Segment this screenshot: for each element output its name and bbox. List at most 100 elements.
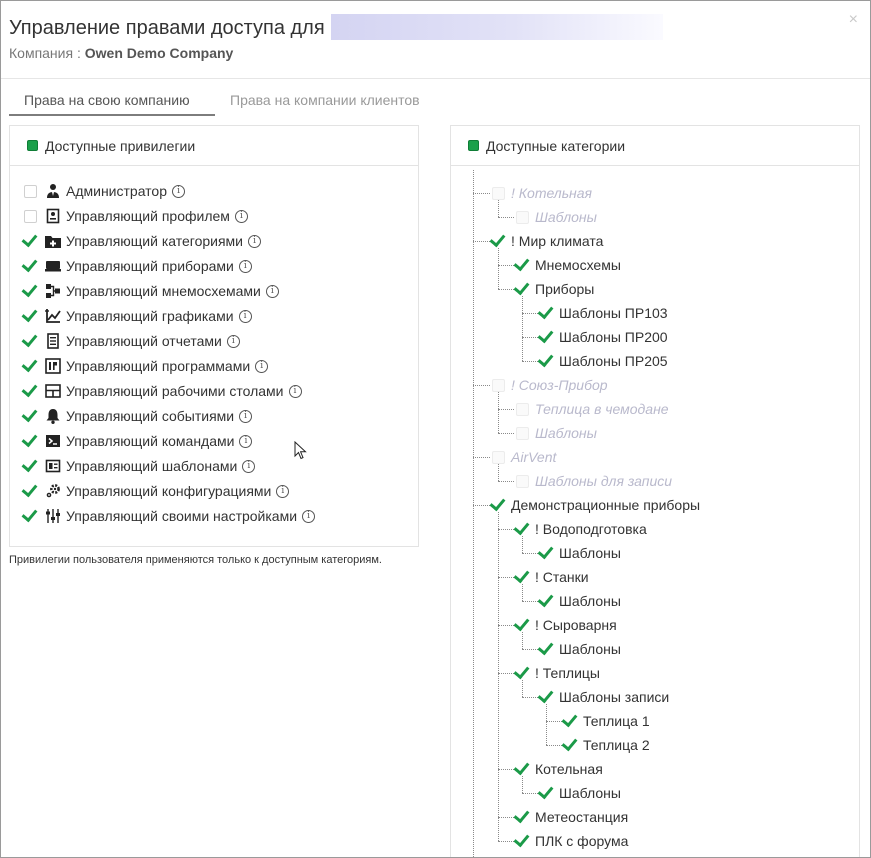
privilege-row[interactable]: Управляющий своими настройками i xyxy=(24,505,316,527)
category-tree-item[interactable]: Шаблоны xyxy=(516,206,597,228)
info-icon[interactable]: i xyxy=(172,184,186,198)
info-icon[interactable]: i xyxy=(239,434,253,448)
privilege-checkbox[interactable] xyxy=(24,260,37,273)
category-checkbox[interactable] xyxy=(492,235,505,248)
category-tree-item[interactable]: Шаблоны для записи xyxy=(516,470,672,492)
category-checkbox[interactable] xyxy=(540,787,553,800)
category-checkbox[interactable] xyxy=(540,595,553,608)
privilege-checkbox[interactable] xyxy=(24,235,37,248)
privilege-row[interactable]: Управляющий отчетами i xyxy=(24,330,240,352)
category-tree-item[interactable]: Котельная xyxy=(516,758,603,780)
category-checkbox[interactable] xyxy=(540,307,553,320)
privilege-row[interactable]: Управляющий графиками i xyxy=(24,305,252,327)
category-checkbox[interactable] xyxy=(492,450,505,464)
privilege-checkbox[interactable] xyxy=(24,485,37,498)
category-tree-item[interactable]: ! Мир климата xyxy=(492,230,603,252)
category-checkbox[interactable] xyxy=(492,499,505,512)
category-checkbox[interactable] xyxy=(516,402,529,416)
category-tree-item[interactable]: Шаблоны записи xyxy=(540,686,669,708)
info-icon[interactable]: i xyxy=(239,409,253,423)
privilege-checkbox[interactable] xyxy=(24,310,37,323)
category-tree-item[interactable]: ! Водоподготовка xyxy=(516,518,647,540)
category-checkbox[interactable] xyxy=(540,331,553,344)
category-checkbox[interactable] xyxy=(516,259,529,272)
category-checkbox[interactable] xyxy=(564,715,577,728)
privilege-row[interactable]: Управляющий шаблонами i xyxy=(24,455,256,477)
category-tree-item[interactable]: Шаблоны xyxy=(540,782,621,804)
close-icon[interactable]: × xyxy=(849,11,858,29)
privilege-checkbox[interactable] xyxy=(24,385,37,398)
info-icon[interactable]: i xyxy=(238,259,252,273)
privilege-row[interactable]: Управляющий мнемосхемами i xyxy=(24,280,279,302)
privilege-checkbox[interactable] xyxy=(24,410,37,423)
category-tree-item[interactable]: ! Союз-Прибор xyxy=(492,374,608,396)
privilege-row[interactable]: Управляющий программами i xyxy=(24,355,269,377)
category-tree-item[interactable]: Шаблоны ПР200 xyxy=(540,326,668,348)
category-tree-item[interactable]: AirVent xyxy=(492,446,556,468)
category-tree-item[interactable]: ! Теплицы xyxy=(516,662,600,684)
info-icon[interactable]: i xyxy=(226,334,240,348)
category-tree-item[interactable]: Шаблоны xyxy=(540,542,621,564)
category-checkbox[interactable] xyxy=(564,739,577,752)
category-tree-item[interactable]: Шаблоны ПР205 xyxy=(540,350,668,372)
privilege-checkbox[interactable] xyxy=(24,184,37,198)
category-tree-item[interactable]: Приборы xyxy=(516,278,594,300)
category-tree-item[interactable]: Шаблоны ПР103 xyxy=(540,302,668,324)
category-tree-item[interactable]: ПЛК с форума xyxy=(516,830,628,852)
category-tree-item[interactable]: Мнемосхемы xyxy=(516,254,621,276)
info-icon[interactable]: i xyxy=(288,384,302,398)
info-icon[interactable]: i xyxy=(276,484,290,498)
category-checkbox[interactable] xyxy=(516,571,529,584)
privilege-row[interactable]: Управляющий командами i xyxy=(24,430,253,452)
category-checkbox[interactable] xyxy=(516,210,529,224)
info-icon[interactable]: i xyxy=(238,309,252,323)
category-tree-item[interactable]: ! Котельная xyxy=(492,182,592,204)
category-checkbox[interactable] xyxy=(516,474,529,488)
privilege-checkbox[interactable] xyxy=(24,360,37,373)
category-tree-item[interactable]: Теплица 2 xyxy=(564,734,650,756)
privilege-checkbox[interactable] xyxy=(24,460,37,473)
info-icon[interactable]: i xyxy=(255,359,269,373)
info-icon[interactable]: i xyxy=(242,459,256,473)
category-tree-item[interactable]: Теплица в чемодане xyxy=(516,398,669,420)
category-checkbox[interactable] xyxy=(540,547,553,560)
category-checkbox[interactable] xyxy=(492,378,505,392)
category-checkbox[interactable] xyxy=(540,691,553,704)
privilege-row[interactable]: Управляющий профилем i xyxy=(24,205,248,227)
category-checkbox[interactable] xyxy=(540,643,553,656)
category-checkbox[interactable] xyxy=(540,355,553,368)
info-icon[interactable]: i xyxy=(248,234,262,248)
privilege-checkbox[interactable] xyxy=(24,335,37,348)
category-checkbox[interactable] xyxy=(516,426,529,440)
category-tree-item[interactable]: Теплица 1 xyxy=(564,710,650,732)
category-tree-item[interactable]: ! Сыроварня xyxy=(516,614,617,636)
category-checkbox[interactable] xyxy=(492,186,505,200)
info-icon[interactable]: i xyxy=(265,284,279,298)
tab-own-company[interactable]: Права на свою компанию xyxy=(9,89,215,116)
category-checkbox[interactable] xyxy=(516,835,529,848)
info-icon[interactable]: i xyxy=(302,509,316,523)
privilege-row[interactable]: Администратор i xyxy=(24,180,186,202)
category-tree-item[interactable]: Шаблоны xyxy=(516,422,597,444)
privilege-checkbox[interactable] xyxy=(24,510,37,523)
info-icon[interactable]: i xyxy=(234,209,248,223)
category-tree-item[interactable]: Шаблоны xyxy=(540,638,621,660)
category-tree-item[interactable]: ! Станки xyxy=(516,566,589,588)
privilege-checkbox[interactable] xyxy=(24,209,37,223)
category-checkbox[interactable] xyxy=(516,283,529,296)
category-tree-item[interactable]: Демонстрационные приборы xyxy=(492,494,700,516)
category-checkbox[interactable] xyxy=(516,523,529,536)
tab-client-companies[interactable]: Права на компании клиентов xyxy=(230,89,420,116)
privilege-row[interactable]: Управляющий категориями i xyxy=(24,230,262,252)
privilege-row[interactable]: Управляющий приборами i xyxy=(24,255,252,277)
category-checkbox[interactable] xyxy=(516,811,529,824)
privilege-row[interactable]: Управляющий конфигурациями i xyxy=(24,480,290,502)
privilege-checkbox[interactable] xyxy=(24,435,37,448)
category-tree-item[interactable]: Шаблоны xyxy=(540,590,621,612)
privilege-row[interactable]: Управляющий рабочими столами i xyxy=(24,380,302,402)
category-tree-item[interactable]: Метеостанция xyxy=(516,806,628,828)
privilege-checkbox[interactable] xyxy=(24,285,37,298)
category-checkbox[interactable] xyxy=(516,619,529,632)
category-checkbox[interactable] xyxy=(516,763,529,776)
privilege-row[interactable]: Управляющий событиями i xyxy=(24,405,253,427)
